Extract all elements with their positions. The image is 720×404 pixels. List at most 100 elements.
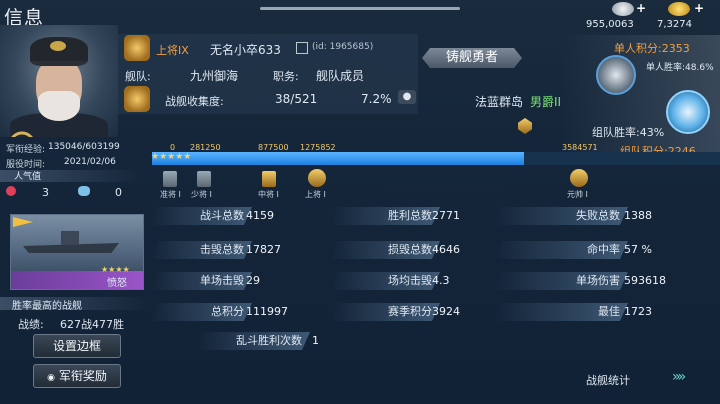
single-win-rate: 单人胜率:48.6% — [646, 63, 714, 73]
role-label: 职务: — [273, 70, 299, 83]
rank-reward-label: 军衔奖励 — [58, 369, 107, 383]
team-medal-icon[interactable] — [666, 90, 710, 134]
stat-value: 1 — [312, 334, 319, 347]
rank-reward-button[interactable]: ◉ 军衔奖励 — [33, 364, 121, 388]
record-label: 战绩: — [18, 318, 44, 331]
collection-badge-icon — [124, 86, 150, 112]
stat-label: 命中率 — [494, 241, 628, 259]
collection-value: 38/521 — [275, 92, 318, 106]
stat-value: 593618 — [624, 274, 666, 287]
laurel-icon — [11, 131, 33, 137]
stat-label: 场均击毁 — [330, 272, 440, 290]
stat-value: 111997 — [246, 305, 288, 318]
dislikes-count: 0 — [115, 186, 122, 199]
record-value: 627战477胜 — [60, 318, 124, 331]
avatar-beard — [38, 91, 80, 121]
avatar[interactable] — [0, 25, 118, 137]
ship-stars: ★★★★ — [101, 265, 130, 274]
single-medal-icon[interactable] — [596, 55, 636, 95]
stat-value: 57 % — [624, 243, 652, 256]
stat-label: 单场伤害 — [494, 272, 628, 290]
rank-exp-bar-fill — [152, 152, 525, 165]
likes-count: 3 — [42, 186, 49, 199]
eye-icon[interactable]: ● — [398, 90, 416, 104]
silver-amount: 955,0063 — [586, 19, 634, 30]
rank-label: 少将 I — [191, 190, 212, 199]
slipper-icon[interactable] — [78, 186, 90, 196]
rank-exp-value: 135046/603199 — [48, 142, 120, 152]
stat-label: 失败总数 — [494, 207, 628, 225]
stat-value: 1723 — [624, 305, 652, 318]
fleet-label: 舰队: — [125, 70, 151, 83]
chevron-right-icon[interactable]: »» — [672, 369, 686, 385]
rank-exp-bar — [152, 152, 720, 165]
current-rank-marker-icon — [518, 118, 532, 134]
ship-name: 愤怒 — [107, 278, 127, 289]
rank-badge-icon — [124, 35, 150, 61]
eye-icon: ◉ — [47, 373, 55, 383]
collection-label: 战舰收集度: — [165, 95, 224, 108]
stat-label: 总积分 — [150, 303, 252, 321]
best-ship-label: 胜率最高的战舰 — [12, 301, 82, 312]
exp-tick: 281250 — [190, 143, 221, 152]
role-value: 舰队成员 — [316, 69, 365, 83]
service-date: 2021/02/06 — [64, 157, 116, 167]
single-score: 单人积分:2353 — [614, 42, 690, 55]
team-win-rate: 组队胜率:43% — [592, 126, 665, 139]
exp-tick: 3584571 — [562, 143, 598, 152]
stat-value: 3924 — [432, 305, 460, 318]
gold-amount: 7,3274 — [657, 19, 692, 30]
stat-label: 损毁总数 — [330, 241, 440, 259]
add-silver-button[interactable]: + — [636, 1, 646, 15]
stat-value: 1388 — [624, 209, 652, 222]
stat-label: 单场击毁 — [150, 272, 252, 290]
hat-badge-icon — [50, 41, 66, 51]
rank-exp-label: 军衔经验: — [6, 145, 46, 155]
drag-handle[interactable] — [260, 7, 460, 10]
peerage-title: 男爵II — [530, 95, 562, 109]
rank-icon[interactable] — [262, 171, 276, 187]
stat-value: 2771 — [432, 209, 460, 222]
rank-stars: ★★★★★ — [151, 152, 192, 162]
collection-percent: 7.2% — [361, 92, 392, 106]
stat-label: 赛季积分 — [330, 303, 440, 321]
rank-label: 上将 I — [305, 190, 326, 199]
fleet-name[interactable]: 九州御海 — [190, 67, 238, 84]
player-rank: 上将IX — [156, 44, 189, 57]
copy-id-icon[interactable] — [296, 42, 308, 54]
gold-coin-icon — [668, 2, 690, 16]
rank-icon[interactable] — [197, 171, 211, 187]
title-badge[interactable]: 铸舰勇者 — [422, 48, 522, 68]
exp-tick: 877500 — [258, 143, 289, 152]
stat-label: 最佳 — [494, 303, 628, 321]
rank-label: 元帅 I — [567, 190, 588, 199]
stat-value: 4.3 — [432, 274, 450, 287]
rank-icon[interactable] — [163, 171, 177, 187]
location-name: 法蓝群岛 — [475, 95, 524, 109]
stat-value: 4159 — [246, 209, 274, 222]
ship-tower — [61, 231, 79, 245]
flag-icon — [13, 217, 33, 227]
rank-label: 准将 I — [160, 190, 181, 199]
ship-stats-button[interactable]: 战舰统计 — [586, 372, 630, 388]
stat-value: 17827 — [246, 243, 281, 256]
stat-value: 4646 — [432, 243, 460, 256]
stat-value: 29 — [246, 274, 260, 287]
ship-card[interactable]: ★★★★ 愤怒 — [10, 214, 144, 290]
set-frame-button[interactable]: 设置边框 — [33, 334, 121, 358]
popularity-label: 人气值 — [14, 172, 42, 182]
rank-icon[interactable] — [308, 169, 326, 187]
exp-tick: 1275852 — [300, 143, 336, 152]
add-gold-button[interactable]: + — [694, 1, 704, 15]
stat-label: 战斗总数 — [150, 207, 252, 225]
exp-tick: 0 — [170, 143, 176, 152]
rank-icon[interactable] — [570, 169, 588, 187]
stat-label: 胜利总数 — [330, 207, 440, 225]
player-id: (id: 1965685) — [312, 42, 374, 52]
stat-label: 乱斗胜利次数 — [196, 332, 310, 350]
player-name: 无名小卒633 — [210, 43, 281, 57]
rank-label: 中将 I — [258, 190, 279, 199]
silver-coin-icon — [612, 2, 634, 16]
rose-icon[interactable] — [6, 186, 16, 196]
stat-label: 击毁总数 — [150, 241, 252, 259]
